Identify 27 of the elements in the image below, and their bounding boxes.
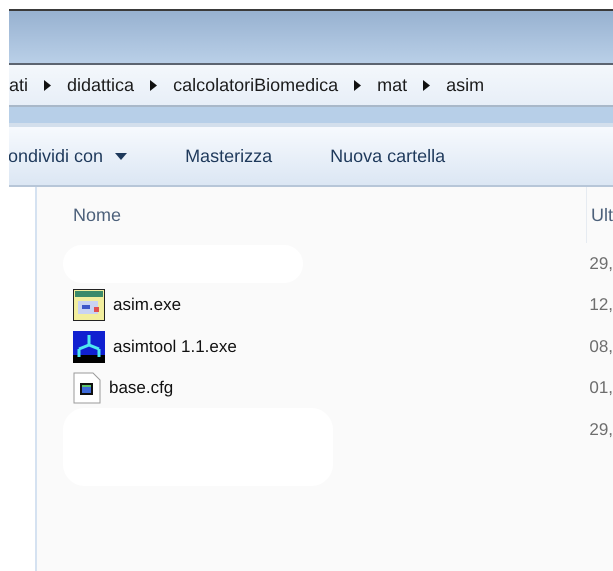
file-icon [73,372,101,404]
network-icon [73,330,105,363]
breadcrumb-item[interactable]: asim [446,74,484,96]
chevron-right-icon[interactable] [150,80,158,90]
date-cell-text: 08, [588,336,613,357]
file-name[interactable]: asim.exe [113,295,182,316]
date-cell-text: 29, [588,420,613,440]
date-cell-text: 01, [588,378,613,398]
toolbar-button[interactable]: Masterizza [185,146,272,166]
toolbar-button[interactable]: Nuova cartella [330,146,446,166]
window-icon [73,289,105,322]
breadcrumb-item[interactable]: calcolatoriBiomedica [173,74,338,96]
chevron-right-icon[interactable] [423,80,430,90]
chevron-right-icon[interactable] [354,80,362,90]
caret-icon [115,152,128,160]
breadcrumb-item[interactable]: mat [377,74,408,96]
breadcrumb-item[interactable]: ati [9,74,28,96]
file-name[interactable]: asimtool 1.1.exe [113,336,237,357]
date-cell-text: 29, [588,254,613,274]
breadcrumb-item[interactable]: didattica [67,74,134,96]
address-bar[interactable]: ati didattica calcolatoriBiomedica mat asim [9,65,613,107]
toolbar-button[interactable]: ondividi con [9,146,128,166]
date-cell-text: 12, [588,295,613,316]
file-name[interactable]: base.cfg [109,378,174,398]
chevron-right-icon[interactable] [44,80,52,90]
column-header[interactable]: Ult [586,187,613,243]
column-header[interactable]: Nome [73,204,586,226]
